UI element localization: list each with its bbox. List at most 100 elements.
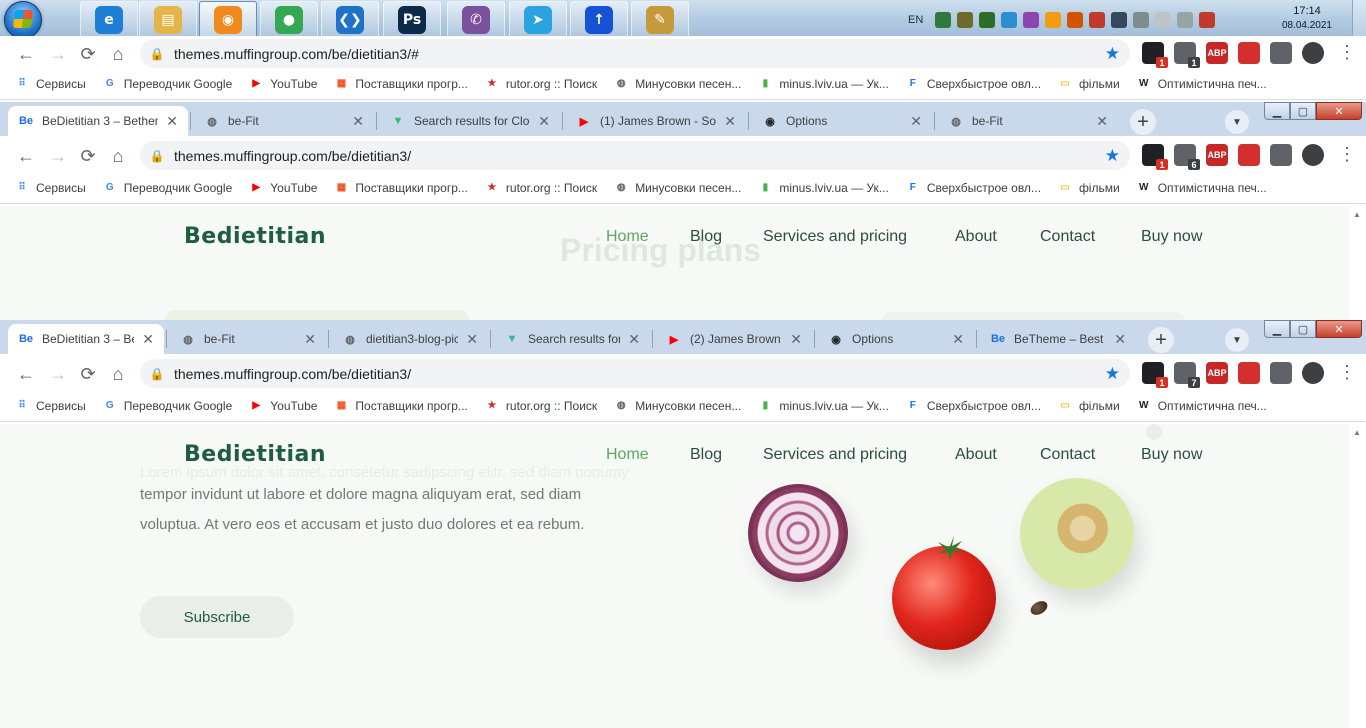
bookmark-item[interactable]: G Переводчик Google bbox=[102, 398, 232, 414]
bookmark-item[interactable]: G Переводчик Google bbox=[102, 76, 232, 92]
tab-close-icon[interactable]: ✕ bbox=[724, 113, 736, 130]
nav-link-buy-now[interactable]: Buy now bbox=[1141, 228, 1202, 246]
bookmark-item[interactable]: F Сверхбыстрое овл... bbox=[905, 398, 1041, 414]
maximize-button[interactable]: ▢ bbox=[1290, 320, 1316, 338]
scroll-up-arrow-icon[interactable]: ▲ bbox=[1353, 428, 1361, 437]
profile-avatar[interactable] bbox=[1302, 362, 1324, 384]
tray-icon-9[interactable] bbox=[1111, 12, 1128, 28]
taskbar-file-explorer-button[interactable]: ▤ bbox=[139, 1, 197, 39]
tab-close-icon[interactable]: ✕ bbox=[910, 113, 922, 130]
bookmark-star-icon[interactable]: ★ bbox=[1105, 364, 1120, 384]
nav-link-contact[interactable]: Contact bbox=[1040, 446, 1095, 464]
extension-1-icon[interactable]: 1 bbox=[1142, 362, 1168, 388]
bookmark-item[interactable]: ▮ minus.lviv.ua — Ук... bbox=[757, 76, 889, 92]
lock-icon[interactable]: 🔒 bbox=[140, 47, 174, 61]
pdf-icon[interactable] bbox=[1238, 144, 1260, 166]
profile-avatar[interactable] bbox=[1302, 42, 1324, 64]
tab-close-icon[interactable]: ✕ bbox=[952, 331, 964, 348]
back-button[interactable]: ← bbox=[14, 144, 38, 168]
bookmark-item[interactable]: ▭ фільми bbox=[1057, 180, 1119, 196]
address-bar[interactable]: 🔒 themes.muffingroup.com/be/dietitian3/ ★ bbox=[140, 141, 1130, 170]
bookmark-item[interactable]: W Оптимістична печ... bbox=[1136, 76, 1267, 92]
extension-1-icon[interactable]: 1 bbox=[1142, 144, 1168, 170]
chrome-menu-icon[interactable]: ⋮ bbox=[1338, 42, 1356, 63]
tab-close-icon[interactable]: ✕ bbox=[790, 331, 802, 348]
browser-tab[interactable]: Be BeTheme – Best WordPress ✕ bbox=[980, 324, 1136, 354]
browser-tab[interactable]: ▼ Search results for Clock ✕ bbox=[494, 324, 650, 354]
taskbar-upload-arrow-button[interactable]: ↑ bbox=[570, 1, 628, 39]
taskbar-vscode-button[interactable]: ❮❯ bbox=[321, 1, 379, 39]
browser-tab[interactable]: ▶ (2) James Brown - Soul ✕ bbox=[656, 324, 812, 354]
start-button[interactable] bbox=[4, 1, 42, 39]
nav-link-buy-now[interactable]: Buy now bbox=[1141, 446, 1202, 464]
tray-icon-7[interactable] bbox=[1067, 12, 1084, 28]
lock-icon[interactable]: 🔒 bbox=[140, 149, 174, 163]
home-button[interactable]: ⌂ bbox=[106, 362, 130, 386]
bookmark-item[interactable]: ▮ minus.lviv.ua — Ук... bbox=[757, 180, 889, 196]
taskbar-aimp-player-button[interactable]: ◉ bbox=[199, 1, 257, 39]
bookmark-star-icon[interactable]: ★ bbox=[1105, 44, 1120, 64]
bookmark-item[interactable]: ▦ Поставщики прогр... bbox=[333, 398, 468, 414]
new-tab-button[interactable]: + bbox=[1148, 327, 1174, 353]
tray-icon-5[interactable] bbox=[1023, 12, 1040, 28]
browser-tab[interactable]: ◍ be-Fit ✕ bbox=[194, 106, 374, 136]
adblock-icon[interactable]: ABP bbox=[1206, 42, 1228, 64]
bookmark-star-icon[interactable]: ★ bbox=[1105, 146, 1120, 166]
bookmark-item[interactable]: W Оптимістична печ... bbox=[1136, 398, 1267, 414]
tray-icon-11[interactable] bbox=[1155, 12, 1172, 28]
taskbar-paint-button[interactable]: ✎ bbox=[631, 1, 689, 39]
back-button[interactable]: ← bbox=[14, 42, 38, 66]
nav-link-blog[interactable]: Blog bbox=[690, 228, 722, 246]
taskbar-photoshop-button[interactable]: Ps bbox=[383, 1, 441, 39]
close-button[interactable]: ✕ bbox=[1316, 102, 1362, 120]
maximize-button[interactable]: ▢ bbox=[1290, 102, 1316, 120]
bookmark-item[interactable]: ⠿ Сервисы bbox=[14, 398, 85, 414]
nav-link-services-and-pricing[interactable]: Services and pricing bbox=[763, 228, 907, 246]
minimize-button[interactable]: ▁ bbox=[1264, 102, 1290, 120]
tab-close-icon[interactable]: ✕ bbox=[538, 113, 550, 130]
nav-link-home[interactable]: Home bbox=[606, 446, 649, 464]
extensions-puzzle-icon[interactable] bbox=[1270, 144, 1292, 166]
back-button[interactable]: ← bbox=[14, 362, 38, 386]
bookmark-item[interactable]: ⠿ Сервисы bbox=[14, 180, 85, 196]
reload-button[interactable]: ⟳ bbox=[76, 362, 100, 386]
extension-2-icon[interactable]: 1 bbox=[1174, 42, 1200, 68]
page-scrollbar-3[interactable]: ▲ bbox=[1350, 424, 1366, 728]
subscribe-button[interactable]: Subscribe bbox=[140, 596, 294, 638]
bookmark-item[interactable]: F Сверхбыстрое овл... bbox=[905, 180, 1041, 196]
bookmark-item[interactable]: ▦ Поставщики прогр... bbox=[333, 76, 468, 92]
tab-close-icon[interactable]: ✕ bbox=[304, 331, 316, 348]
tab-close-icon[interactable]: ✕ bbox=[1096, 113, 1108, 130]
bookmark-item[interactable]: ⠿ Сервисы bbox=[14, 76, 85, 92]
forward-button[interactable]: → bbox=[46, 362, 70, 386]
nav-link-about[interactable]: About bbox=[955, 228, 997, 246]
reload-button[interactable]: ⟳ bbox=[76, 144, 100, 168]
tray-icon-3[interactable] bbox=[979, 12, 996, 28]
extension-1-icon[interactable]: 1 bbox=[1142, 42, 1168, 68]
tab-close-icon[interactable]: ✕ bbox=[466, 331, 478, 348]
browser-tab[interactable]: ◍ dietitian3-blog-pic ✕ bbox=[332, 324, 488, 354]
tab-search-button[interactable]: ▼ bbox=[1225, 110, 1249, 134]
tray-icon-6[interactable] bbox=[1045, 12, 1062, 28]
reload-button[interactable]: ⟳ bbox=[76, 42, 100, 66]
browser-tab[interactable]: ◉ Options ✕ bbox=[818, 324, 974, 354]
bookmark-item[interactable]: ◍ Минусовки песен... bbox=[613, 180, 742, 196]
bookmark-item[interactable]: G Переводчик Google bbox=[102, 180, 232, 196]
extension-2-icon[interactable]: 7 bbox=[1174, 362, 1200, 388]
chrome-menu-icon[interactable]: ⋮ bbox=[1338, 144, 1356, 165]
browser-tab[interactable]: ◍ be-Fit ✕ bbox=[938, 106, 1118, 136]
bookmark-item[interactable]: ▶ YouTube bbox=[248, 180, 317, 196]
browser-tab[interactable]: ▶ (1) James Brown - Soul ✕ bbox=[566, 106, 746, 136]
taskbar-telegram-button[interactable]: ➤ bbox=[509, 1, 567, 39]
browser-tab[interactable]: ◍ be-Fit ✕ bbox=[170, 324, 326, 354]
browser-tab[interactable]: ▼ Search results for Clock ✕ bbox=[380, 106, 560, 136]
bookmark-item[interactable]: ▭ фільми bbox=[1057, 76, 1119, 92]
home-button[interactable]: ⌂ bbox=[106, 144, 130, 168]
tray-icon-13[interactable] bbox=[1199, 12, 1216, 28]
close-button[interactable]: ✕ bbox=[1316, 320, 1362, 338]
adblock-icon[interactable]: ABP bbox=[1206, 362, 1228, 384]
forward-button[interactable]: → bbox=[46, 144, 70, 168]
tray-icon-1[interactable] bbox=[935, 12, 952, 28]
nav-link-home[interactable]: Home bbox=[606, 228, 649, 246]
tab-search-button[interactable]: ▼ bbox=[1225, 328, 1249, 352]
